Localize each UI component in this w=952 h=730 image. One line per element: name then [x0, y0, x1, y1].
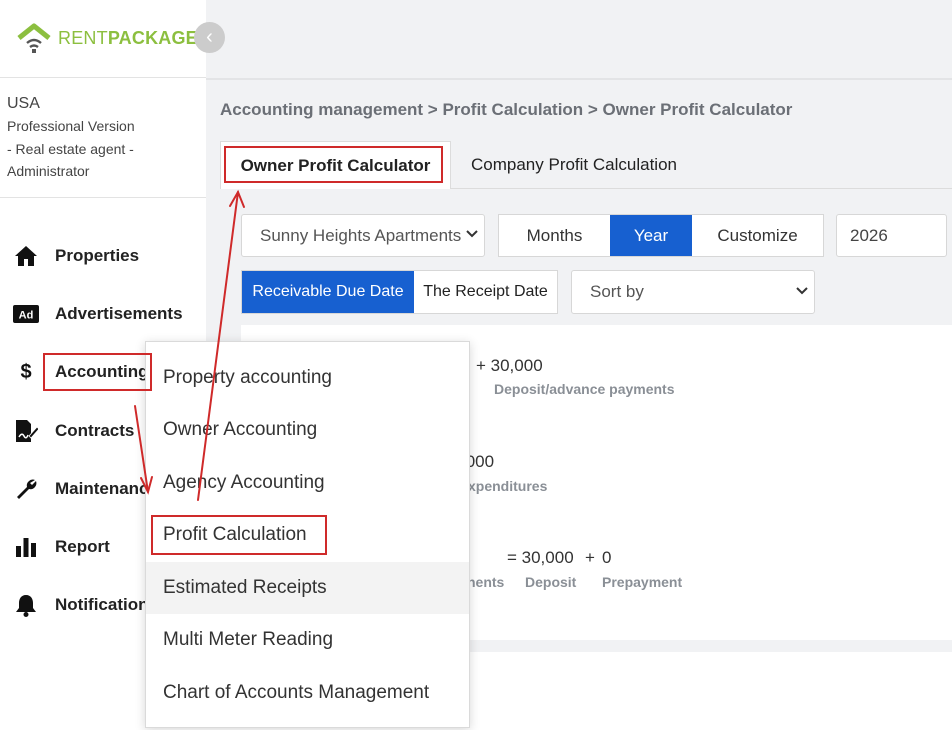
receipt-date-button[interactable]: The Receipt Date — [414, 271, 557, 313]
period-toggle: Months Year Customize — [498, 214, 824, 257]
deposit-caption: Deposit/advance payments — [494, 381, 675, 397]
svg-text:Ad: Ad — [19, 310, 34, 322]
prepayment-caption: Prepayment — [602, 574, 683, 590]
brand-wordmark: RENTPACKAGE — [58, 27, 198, 48]
sort-select[interactable]: Sort by — [571, 270, 815, 314]
date-basis-toggle: Receivable Due Date The Receipt Date — [241, 270, 558, 314]
tab-bar: Owner Profit Calculator Company Profit C… — [220, 141, 952, 189]
menu-item-property-accounting[interactable]: Property accounting — [146, 352, 469, 404]
user-edition: Professional Version — [7, 118, 135, 134]
payments-caption: nents — [467, 574, 505, 590]
year-input[interactable]: 2026 — [836, 214, 947, 257]
period-months-button[interactable]: Months — [499, 215, 610, 256]
bell-icon — [12, 593, 40, 617]
sidebar-divider — [0, 77, 206, 78]
contract-icon — [12, 419, 40, 443]
sidebar-item-contracts[interactable]: Contracts — [12, 416, 134, 446]
user-role-title: Administrator — [7, 163, 90, 179]
dollar-icon: $ — [20, 360, 32, 383]
sidebar-item-accounting[interactable]: $ Accounting — [12, 357, 149, 387]
breadcrumb: Accounting management > Profit Calculati… — [220, 100, 793, 119]
profit-total-amount: = 30,000 — [507, 548, 574, 567]
sidebar-item-label: Properties — [55, 246, 140, 265]
period-year-button[interactable]: Year — [610, 215, 692, 256]
deposit-amount: + 30,000 — [476, 356, 543, 375]
chevron-down-icon — [796, 283, 808, 299]
period-customize-button[interactable]: Customize — [692, 215, 823, 256]
menu-item-agency-accounting[interactable]: Agency Accounting — [146, 457, 469, 509]
tab-company-profit-calculation[interactable]: Company Profit Calculation — [471, 141, 677, 189]
menu-item-owner-accounting[interactable]: Owner Accounting — [146, 404, 469, 456]
property-select-value: Sunny Heights Apartments — [260, 225, 462, 245]
property-select[interactable]: Sunny Heights Apartments — [241, 214, 485, 257]
sidebar-divider — [0, 197, 206, 198]
user-info: USA Professional Version - Real estate a… — [7, 93, 135, 183]
sort-select-placeholder: Sort by — [590, 282, 644, 301]
menu-item-profit-calculation[interactable]: Profit Calculation — [146, 509, 469, 561]
sidebar-item-label: Report — [55, 537, 110, 556]
user-role: - Real estate agent - — [7, 140, 134, 157]
chevron-left-icon: ‹ — [206, 26, 213, 48]
sidebar-item-label: Accounting — [55, 362, 149, 381]
home-icon — [12, 244, 40, 268]
sidebar-item-label: Advertisements — [55, 304, 183, 323]
menu-item-multi-meter-reading[interactable]: Multi Meter Reading — [146, 614, 469, 666]
expenditures-caption: xpenditures — [468, 478, 548, 494]
receivable-due-date-button[interactable]: Receivable Due Date — [242, 271, 414, 313]
wrench-icon — [12, 477, 40, 501]
prepayment-amount: 0 — [602, 548, 612, 567]
tab-owner-profit-calculator[interactable]: Owner Profit Calculator — [220, 141, 451, 189]
brand-logo[interactable]: RENTPACKAGE — [16, 20, 198, 56]
sidebar-item-maintenance[interactable]: Maintenance — [12, 474, 158, 504]
sidebar-item-advertisements[interactable]: Ad Advertisements — [12, 299, 183, 329]
user-country: USA — [7, 95, 40, 112]
bar-chart-icon — [12, 535, 40, 559]
accounting-submenu: Property accounting Owner Accounting Age… — [145, 341, 470, 728]
house-wifi-logo-icon — [17, 23, 51, 53]
sidebar-item-label: Contracts — [55, 421, 135, 440]
deposit-caption: Deposit — [525, 574, 577, 590]
menu-item-chart-of-accounts[interactable]: Chart of Accounts Management — [146, 667, 469, 719]
chevron-down-icon — [466, 226, 478, 242]
sidebar-item-label: Notifications — [55, 595, 158, 614]
sidebar-item-report[interactable]: Report — [12, 532, 110, 562]
sidebar-collapse-button[interactable]: ‹ — [194, 22, 225, 53]
top-header — [206, 0, 952, 80]
sidebar-item-notifications[interactable]: Notifications — [12, 590, 158, 620]
plus-sign: + — [585, 548, 595, 567]
menu-item-estimated-receipts[interactable]: Estimated Receipts — [146, 562, 469, 614]
sidebar-item-properties[interactable]: Properties — [12, 241, 139, 271]
sidebar-item-label: Maintenance — [55, 479, 158, 498]
ad-icon: Ad — [12, 302, 40, 326]
